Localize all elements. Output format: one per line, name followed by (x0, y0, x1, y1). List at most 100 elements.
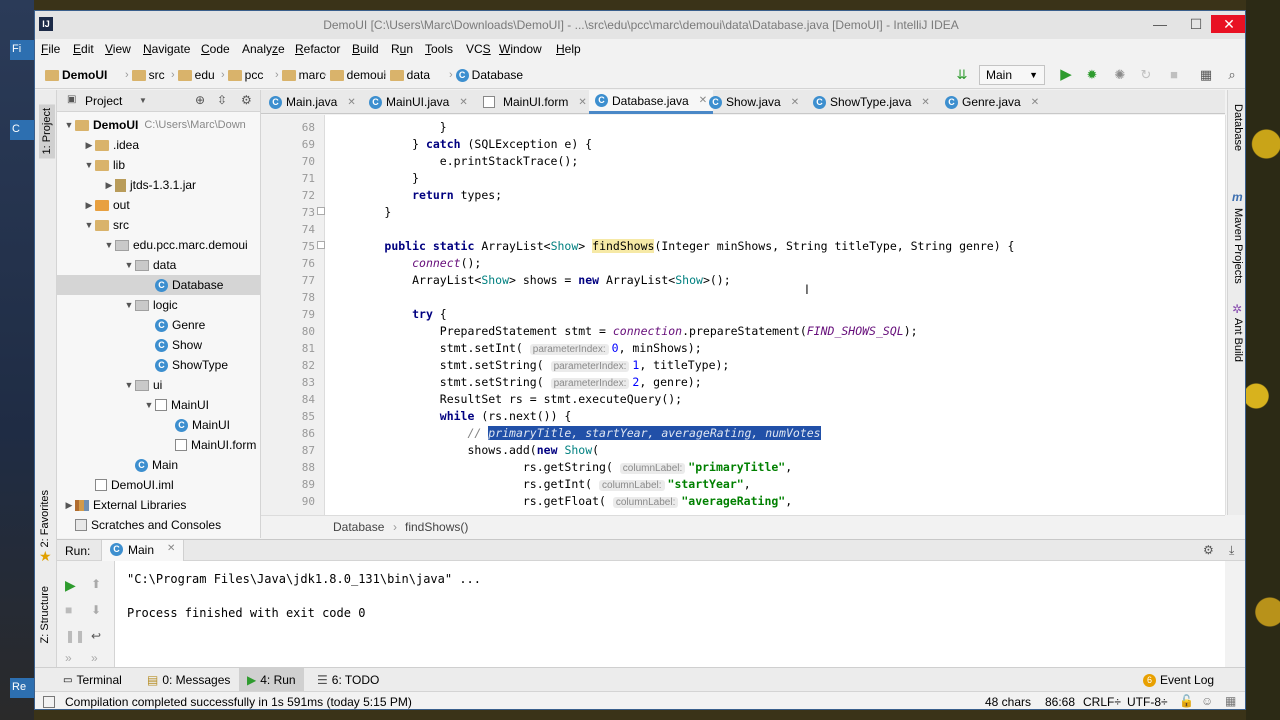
tree-item[interactable]: C Genre (57, 315, 260, 335)
status-message[interactable]: Compilation completed successfully in 1s… (65, 695, 412, 709)
tree-item[interactable]: ▼ logic (57, 295, 260, 315)
gear-icon[interactable]: ⚙ (241, 93, 252, 107)
hide-panel-icon[interactable]: ⤓ (1229, 543, 1234, 558)
ant-build-tool-tab[interactable]: Ant Build (1232, 318, 1244, 362)
close-icon[interactable]: ✕ (1031, 97, 1039, 108)
menu-window[interactable]: Window (499, 42, 542, 56)
editor-tab[interactable]: C ShowType.java ✕ (807, 90, 936, 114)
lock-icon[interactable]: 🔓 (1179, 694, 1194, 708)
menu-help[interactable]: Help (556, 42, 581, 56)
caret-position[interactable]: 86:68 (1045, 695, 1075, 709)
tree-item[interactable]: ▶ out (57, 195, 260, 215)
collapse-icon[interactable]: ⇳ (217, 93, 227, 107)
editor-tab[interactable]: C Genre.java ✕ (939, 90, 1045, 114)
tree-item[interactable]: Scratches and Consoles (57, 515, 260, 535)
menu-build[interactable]: Build (352, 42, 379, 56)
toggle-tool-windows-icon[interactable] (43, 696, 55, 708)
expand-arrow-icon[interactable]: ▼ (63, 120, 75, 130)
fold-end-icon[interactable] (317, 207, 325, 215)
debug-icon[interactable]: ✹ (1083, 66, 1101, 84)
desktop-icon[interactable]: Re (10, 678, 34, 698)
close-icon[interactable]: ✕ (921, 97, 929, 108)
line-separator[interactable]: CRLF÷ (1083, 695, 1121, 709)
coverage-icon[interactable]: ✺ (1111, 66, 1129, 84)
menu-edit[interactable]: Edit (73, 42, 94, 56)
menu-run[interactable]: Run (391, 42, 413, 56)
expand-arrow-icon[interactable]: ▶ (83, 140, 95, 151)
rerun-icon[interactable]: ▶ (65, 577, 76, 594)
fold-start-icon[interactable] (317, 241, 325, 249)
code-editor[interactable]: } } catch (SQLException e) { e.printStac… (325, 115, 1225, 515)
soft-wrap-icon[interactable]: ↩ (91, 629, 101, 643)
stop-icon[interactable]: ■ (65, 603, 72, 617)
messages-tab[interactable]: ▤ 0: Messages (139, 668, 238, 692)
menu-refactor[interactable]: Refactor (295, 42, 340, 56)
project-view-select[interactable]: Project (85, 94, 122, 108)
desktop-icon[interactable]: Fi (10, 40, 34, 60)
tree-item[interactable]: C ShowType (57, 355, 260, 375)
stop-icon[interactable]: ■ (1165, 66, 1183, 84)
breadcrumb-method[interactable]: findShows() (405, 520, 468, 534)
locate-icon[interactable]: ⊕ (195, 93, 205, 107)
close-icon[interactable]: ✕ (578, 97, 586, 108)
tree-item[interactable]: ▼ ui (57, 375, 260, 395)
desktop-icon[interactable]: C (10, 120, 34, 140)
expand-arrow-icon[interactable]: ▼ (123, 380, 135, 390)
build-icon[interactable]: ⇊ (953, 66, 971, 84)
breadcrumb-item[interactable]: › marc (275, 68, 325, 82)
file-encoding[interactable]: UTF-8÷ (1127, 695, 1168, 709)
expand-arrow-icon[interactable]: ▼ (83, 160, 95, 170)
breadcrumb-item[interactable]: › demoui (323, 68, 386, 82)
menu-vcs[interactable]: VCS (466, 42, 491, 56)
expand-arrow-icon[interactable]: ▶ (83, 200, 95, 211)
run-tool-tab[interactable]: ▶ 4: Run (239, 668, 304, 692)
inspector-icon[interactable]: ☺ (1201, 694, 1213, 708)
search-icon[interactable]: ⌕ (1223, 66, 1241, 84)
menu-analyze[interactable]: Analyze (242, 42, 285, 56)
expand-arrow-icon[interactable]: ▼ (123, 300, 135, 310)
tree-item[interactable]: ▼ edu.pcc.marc.demoui (57, 235, 260, 255)
todo-tab[interactable]: ☰ 6: TODO (309, 668, 387, 692)
down-icon[interactable]: ⬇ (91, 603, 101, 617)
tree-item[interactable]: ▼ MainUI (57, 395, 260, 415)
breadcrumb-item[interactable]: › pcc (221, 68, 263, 82)
maximize-icon[interactable]: ☐ (1181, 15, 1211, 33)
up-icon[interactable]: ⬆ (91, 577, 101, 591)
tree-item[interactable]: C Show (57, 335, 260, 355)
expand-arrow-icon[interactable]: ▶ (63, 500, 75, 511)
menu-tools[interactable]: Tools (425, 42, 453, 56)
favorites-tool-tab[interactable]: 2: Favorites (39, 490, 51, 547)
editor-tab[interactable]: C Database.java ✕ (589, 90, 714, 114)
close-icon[interactable]: ✕ (791, 97, 799, 108)
expand-arrow-icon[interactable]: ▼ (143, 400, 155, 410)
memory-icon[interactable]: ▦ (1225, 694, 1236, 708)
run-tab-main[interactable]: C Main ✕ (101, 540, 185, 561)
menu-file[interactable]: File (41, 42, 60, 56)
pause-icon[interactable]: ❚❚ (65, 629, 85, 643)
close-icon[interactable]: ✕ (167, 543, 175, 558)
menu-code[interactable]: Code (201, 42, 230, 56)
expand-arrow-icon[interactable]: ▶ (103, 180, 115, 191)
minimize-icon[interactable]: — (1145, 15, 1175, 33)
tree-item[interactable]: C Main (57, 455, 260, 475)
menu-navigate[interactable]: Navigate (143, 42, 190, 56)
close-icon[interactable]: ✕ (347, 97, 355, 108)
breadcrumb-class[interactable]: Database (333, 520, 384, 534)
tree-item[interactable]: ▼ data (57, 255, 260, 275)
editor-tab[interactable]: C MainUI.java ✕ (363, 90, 474, 114)
tree-item[interactable]: ▼ lib (57, 155, 260, 175)
run-config-select[interactable]: Main ▼ (979, 65, 1045, 85)
tree-item[interactable]: ▼ src (57, 215, 260, 235)
tree-item[interactable]: ▼ DemoUI C:\Users\Marc\Down (57, 115, 260, 135)
expand-arrow-icon[interactable]: ▼ (123, 260, 135, 270)
tree-item[interactable]: DemoUI.iml (57, 475, 260, 495)
close-icon[interactable]: ✕ (459, 97, 467, 108)
console-output[interactable]: "C:\Program Files\Java\jdk1.8.0_131\bin\… (115, 561, 1225, 667)
project-structure-icon[interactable]: ▦ (1197, 66, 1215, 84)
menu-view[interactable]: View (105, 42, 131, 56)
close-icon[interactable]: ✕ (1211, 15, 1245, 33)
run-icon[interactable]: ▶ (1057, 66, 1075, 84)
chevron-down-icon[interactable]: ▼ (139, 96, 147, 105)
tree-item[interactable]: MainUI.form (57, 435, 260, 455)
breadcrumb-item[interactable]: › src (125, 68, 165, 82)
